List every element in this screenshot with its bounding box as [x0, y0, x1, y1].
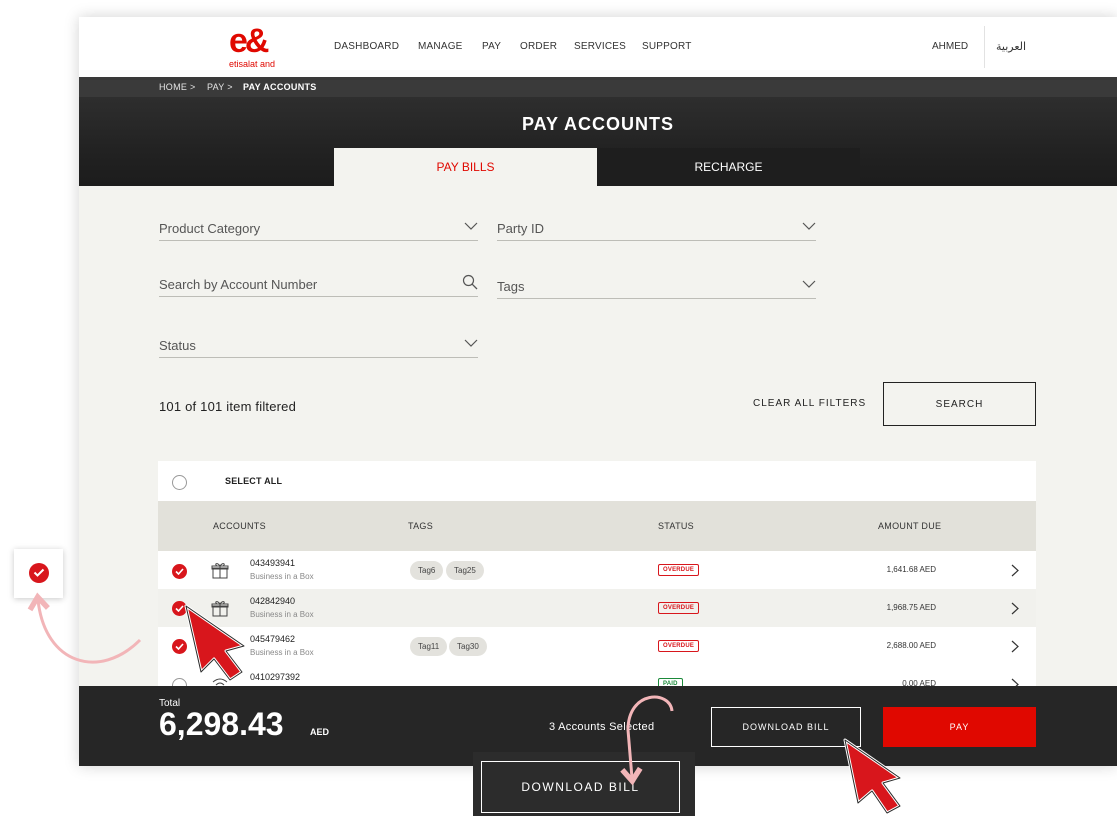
status-badge: OVERDUE: [658, 640, 700, 652]
row-checkbox-checked[interactable]: [172, 564, 187, 579]
product-category-label: Product Category: [159, 221, 261, 236]
header-divider: [984, 26, 985, 68]
page-title: PAY ACCOUNTS: [521, 114, 675, 134]
select-all-row: SELECT ALL: [158, 461, 1036, 501]
chevron-right-icon[interactable]: [1011, 640, 1019, 653]
amount-due: 1,641.68 AED: [886, 565, 936, 574]
breadcrumb-pay[interactable]: PAY >: [207, 82, 233, 92]
status-badge: OVERDUE: [658, 602, 700, 614]
zoomed-download-bill-callout: DOWNLOAD BILL: [473, 752, 695, 816]
breadcrumb: HOME > PAY > PAY ACCOUNTS: [79, 77, 1117, 97]
top-header: e& etisalat and DASHBOARD MANAGE PAY ORD…: [79, 17, 1117, 77]
account-type: Business in a Box: [250, 610, 314, 619]
party-id-label: Party ID: [497, 221, 544, 236]
zoomed-checkbox-callout: [14, 549, 63, 598]
search-button[interactable]: SEARCH: [883, 382, 1036, 426]
chevron-right-icon[interactable]: [1011, 602, 1019, 615]
download-bill-button[interactable]: DOWNLOAD BILL: [711, 707, 861, 747]
breadcrumb-home[interactable]: HOME >: [159, 82, 196, 92]
tags-dropdown[interactable]: Tags: [497, 275, 816, 299]
language-switch[interactable]: العربية: [996, 40, 1026, 53]
user-menu[interactable]: AHMED: [932, 41, 968, 52]
chevron-down-icon: [802, 222, 816, 230]
tag-chip[interactable]: Tag6: [410, 561, 444, 580]
zoomed-download-bill-button[interactable]: DOWNLOAD BILL: [481, 761, 680, 813]
table-row[interactable]: 0410297392 PAID 0.00 AED: [158, 665, 1036, 687]
chevron-down-icon: [464, 339, 478, 347]
status-badge: OVERDUE: [658, 564, 700, 576]
tag-chip[interactable]: Tag30: [449, 637, 487, 656]
nav-dashboard[interactable]: DASHBOARD: [334, 41, 399, 52]
amount-due: 1,968.75 AED: [886, 603, 936, 612]
zoomed-checkbox-icon: [29, 563, 49, 583]
tags-label: Tags: [497, 279, 525, 294]
pay-accounts-app: e& etisalat and DASHBOARD MANAGE PAY ORD…: [79, 17, 1117, 766]
chevron-down-icon: [802, 280, 816, 288]
header-accounts: ACCOUNTS: [213, 521, 266, 531]
header-amount-due: AMOUNT DUE: [878, 521, 942, 531]
total-amount: 6,298.43: [159, 706, 284, 742]
chevron-right-icon[interactable]: [1011, 564, 1019, 577]
nav-order[interactable]: ORDER: [520, 41, 557, 52]
party-id-dropdown[interactable]: Party ID: [497, 217, 816, 241]
header-status: STATUS: [658, 521, 694, 531]
row-checkbox-checked[interactable]: [172, 639, 187, 654]
tutorial-screenshot: e& etisalat and DASHBOARD MANAGE PAY ORD…: [0, 0, 1117, 816]
table-row[interactable]: 042842940 Business in a Box OVERDUE 1,96…: [158, 589, 1036, 627]
account-number: 043493941: [250, 558, 296, 568]
gift-icon: [211, 601, 229, 617]
table-header: ACCOUNTS TAGS STATUS AMOUNT DUE: [158, 501, 1036, 551]
select-all-label: SELECT ALL: [225, 476, 283, 486]
logo-mark: e&: [229, 22, 270, 60]
header-tags: TAGS: [408, 521, 434, 531]
status-dropdown[interactable]: Status: [159, 334, 478, 358]
wifi-icon: [212, 678, 228, 686]
table-row[interactable]: 045479462 Business in a Box Tag11 Tag30 …: [158, 627, 1036, 665]
amount-due: 2,688.00 AED: [886, 641, 936, 650]
nav-pay[interactable]: PAY: [482, 41, 501, 52]
search-icon[interactable]: [462, 274, 478, 290]
nav-services[interactable]: SERVICES: [574, 41, 626, 52]
chevron-down-icon: [464, 222, 478, 230]
accounts-table: SELECT ALL ACCOUNTS TAGS STATUS AMOUNT D…: [158, 461, 1036, 687]
account-number: 0410297392: [250, 672, 301, 682]
nav-support[interactable]: SUPPORT: [642, 41, 692, 52]
logo-text: etisalat and: [229, 59, 276, 69]
gift-icon: [211, 639, 229, 655]
clear-all-filters-link[interactable]: CLEAR ALL FILTERS: [753, 398, 866, 409]
tab-pay-bills[interactable]: PAY BILLS: [334, 148, 597, 186]
table-row[interactable]: 043493941 Business in a Box Tag6 Tag25 O…: [158, 551, 1036, 589]
nav-manage[interactable]: MANAGE: [418, 41, 463, 52]
pay-button[interactable]: PAY: [883, 707, 1036, 747]
product-category-dropdown[interactable]: Product Category: [159, 217, 478, 241]
tag-chip[interactable]: Tag11: [410, 637, 448, 656]
tab-recharge[interactable]: RECHARGE: [597, 148, 860, 186]
row-checkbox-checked[interactable]: [172, 601, 187, 616]
account-type: Business in a Box: [250, 572, 314, 581]
select-all-checkbox[interactable]: [172, 475, 187, 490]
account-number: 042842940: [250, 596, 296, 606]
account-type: Business in a Box: [250, 648, 314, 657]
account-number: 045479462: [250, 634, 296, 644]
account-search-placeholder: Search by Account Number: [159, 277, 318, 292]
tag-chip[interactable]: Tag25: [446, 561, 484, 580]
gift-icon: [211, 563, 229, 579]
status-label: Status: [159, 338, 196, 353]
page-hero: PAY ACCOUNTS PAY BILLS RECHARGE: [79, 97, 1117, 186]
account-search-input[interactable]: Search by Account Number: [159, 273, 478, 297]
filtered-count: 101 of 101 item filtered: [159, 399, 297, 414]
accounts-selected-count: 3 Accounts Selected: [549, 721, 655, 733]
breadcrumb-current: PAY ACCOUNTS: [243, 82, 317, 92]
total-currency: AED: [310, 727, 330, 737]
etisalat-logo[interactable]: e& etisalat and: [229, 24, 285, 70]
